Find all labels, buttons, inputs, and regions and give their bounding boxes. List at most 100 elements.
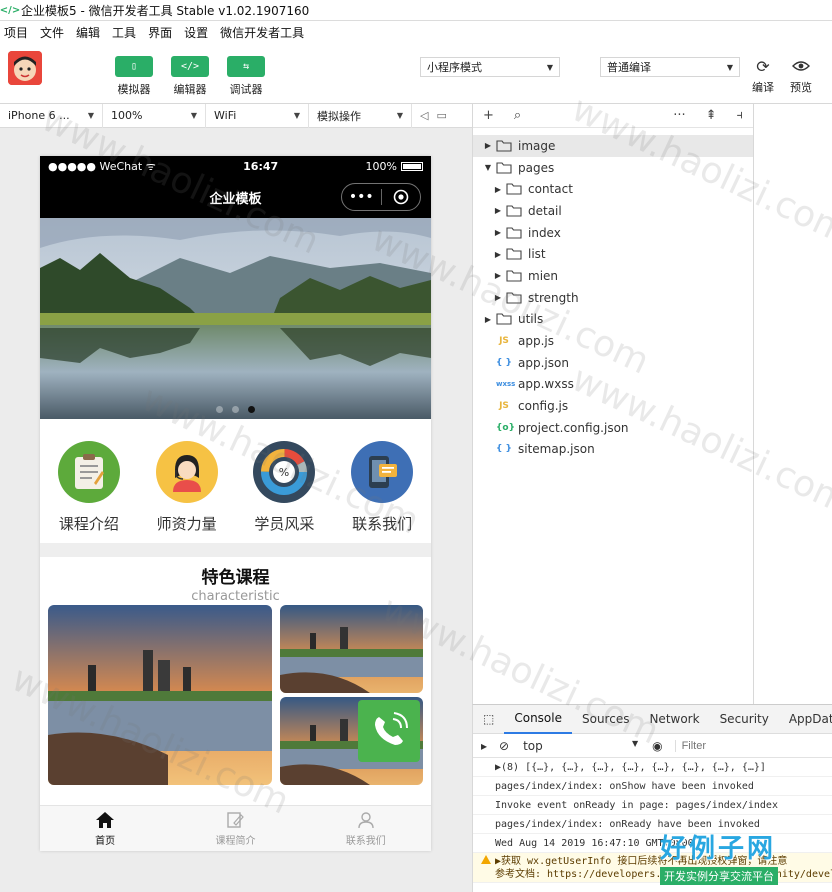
avatar[interactable] [8, 51, 42, 85]
simulator-button[interactable]: ▯ 模拟器 [110, 56, 158, 97]
tab-contact[interactable]: 联系我们 [301, 806, 431, 851]
tree-folder-list[interactable]: ▶ list [473, 243, 753, 265]
expand-arrow-icon[interactable]: ▼ [483, 163, 493, 172]
compile-label: 编译 [752, 81, 774, 94]
compile-button[interactable]: ⟳ 编译 [745, 56, 781, 95]
menu-file[interactable]: 文件 [40, 24, 64, 41]
carousel-dot[interactable] [232, 406, 239, 413]
tree-folder-image[interactable]: ▶ image [473, 135, 753, 157]
banner-carousel[interactable] [40, 218, 431, 419]
collapse-arrow-icon[interactable]: ▶ [493, 228, 503, 237]
more-options-icon[interactable]: ··· [673, 108, 685, 123]
wifi-icon: ᯤ [145, 159, 156, 173]
tab-security[interactable]: Security [710, 705, 779, 734]
split-panel-icon[interactable]: ⫞ [737, 108, 744, 123]
add-file-icon[interactable]: + [483, 108, 494, 123]
course-image-large[interactable] [48, 605, 272, 785]
tree-file-project-config-json[interactable]: {o} project.config.json [473, 417, 753, 439]
collapse-arrow-icon[interactable]: ▶ [493, 271, 503, 280]
network-select[interactable]: WiFi ▼ [206, 103, 309, 128]
more-button[interactable]: ••• [342, 184, 381, 210]
tree-folder-strength[interactable]: ▶ strength [473, 287, 753, 309]
tree-folder-contact[interactable]: ▶ contact [473, 178, 753, 200]
tab-network[interactable]: Network [639, 705, 709, 734]
tree-file-app-js[interactable]: JS app.js [473, 330, 753, 352]
eye-icon[interactable]: ◉ [652, 739, 662, 753]
tab-appdata[interactable]: AppData [779, 705, 832, 734]
tab-sources[interactable]: Sources [572, 705, 639, 734]
tree-folder-detail[interactable]: ▶ detail [473, 200, 753, 222]
close-miniprogram-button[interactable] [382, 184, 421, 210]
collapse-arrow-icon[interactable]: ▶ [483, 141, 493, 150]
operation-select-value: 模拟操作 [317, 109, 361, 123]
search-icon[interactable]: ⌕ [514, 108, 521, 123]
menu-interface[interactable]: 界面 [148, 24, 172, 41]
nav-student-style[interactable]: % 学员风采 [239, 441, 329, 534]
folder-icon [506, 227, 522, 239]
collapse-arrow-icon[interactable]: ▶ [493, 206, 503, 215]
menu-bar: 项目 文件 编辑 工具 界面 设置 微信开发者工具 [0, 21, 832, 43]
tree-item-label: config.js [518, 399, 569, 414]
menu-tools[interactable]: 工具 [112, 24, 136, 41]
device-select[interactable]: iPhone 6 ... ▼ [0, 103, 103, 128]
more-dots-icon: ••• [348, 189, 374, 205]
course-image-top-right[interactable] [280, 605, 423, 693]
tab-console[interactable]: Console [504, 705, 572, 734]
collapse-arrow-icon[interactable]: ▶ [483, 315, 493, 324]
phone-call-icon [375, 712, 408, 745]
tree-folder-index[interactable]: ▶ index [473, 222, 753, 244]
preview-button[interactable]: 预览 [783, 56, 819, 95]
operation-select[interactable]: 模拟操作 ▼ [309, 103, 412, 128]
js-file-icon: JS [499, 336, 509, 347]
tree-folder-mien[interactable]: ▶ mien [473, 265, 753, 287]
editor-button[interactable]: </> 编辑器 [166, 56, 214, 97]
nav-teachers[interactable]: 师资力量 [142, 441, 232, 534]
tree-item-label: contact [528, 182, 573, 197]
nav-contact-us[interactable]: 联系我们 [337, 441, 427, 534]
folder-icon [506, 270, 522, 282]
mode-select[interactable]: 小程序模式 ▼ [420, 57, 560, 77]
menu-project[interactable]: 项目 [4, 24, 28, 41]
debugger-button[interactable]: ⇆ 调试器 [222, 56, 270, 97]
carousel-dot-active[interactable] [248, 406, 255, 413]
tree-folder-pages[interactable]: ▼ pages [473, 157, 753, 179]
tab-course-brief[interactable]: 课程简介 [170, 806, 300, 851]
collapse-arrow-icon[interactable]: ▶ [493, 293, 503, 302]
status-time: 16:47 [243, 159, 279, 173]
refresh-icon: ⟳ [756, 56, 770, 76]
mini-program-capsule: ••• [341, 183, 421, 211]
tree-file-app-json[interactable]: { } app.json [473, 352, 753, 374]
tab-home[interactable]: 首页 [40, 806, 170, 851]
context-select[interactable]: top ▼ [523, 739, 638, 753]
zoom-select[interactable]: 100% ▼ [103, 103, 206, 128]
sidebar-toggle-icon[interactable]: ▸ [481, 739, 487, 753]
window-icon[interactable]: ▭ [436, 109, 446, 122]
tree-file-sitemap-json[interactable]: { } sitemap.json [473, 439, 753, 461]
collapse-arrow-icon[interactable]: ▶ [493, 185, 503, 194]
phone-call-button[interactable] [358, 700, 420, 762]
carousel-dot[interactable] [216, 406, 223, 413]
tree-item-label: index [528, 225, 561, 240]
collapse-arrow-icon[interactable]: ▶ [493, 250, 503, 259]
json-file-icon: { } [496, 444, 512, 455]
tree-file-config-js[interactable]: JS config.js [473, 395, 753, 417]
menu-settings[interactable]: 设置 [184, 24, 208, 41]
lake-landscape-image [40, 218, 431, 419]
tree-item-label: detail [528, 203, 562, 218]
inspect-element-icon[interactable]: ⬚ [473, 705, 504, 734]
collapse-icon[interactable]: ⇞ [706, 108, 717, 123]
menu-wechat-devtools[interactable]: 微信开发者工具 [220, 24, 304, 41]
nav-course-intro[interactable]: 课程介绍 [44, 441, 134, 534]
menu-edit[interactable]: 编辑 [76, 24, 100, 41]
phone-tab-bar: 首页 课程简介 联系我们 [40, 805, 431, 851]
clear-console-icon[interactable]: ⊘ [499, 739, 509, 753]
file-tree: ▶ image ▼ pages ▶ contact ▶ detail ▶ index ▶ list ▶ m… [473, 128, 753, 460]
tree-folder-utils[interactable]: ▶ utils [473, 309, 753, 331]
console-filter-input[interactable] [674, 739, 785, 752]
device-select-value: iPhone 6 ... [8, 109, 70, 122]
volume-icon[interactable]: ◁ [420, 109, 428, 122]
chevron-down-icon: ▼ [87, 111, 94, 120]
folder-open-icon [496, 161, 512, 174]
tree-file-app-wxss[interactable]: wxss app.wxss [473, 374, 753, 396]
compile-mode-select[interactable]: 普通编译 ▼ [600, 57, 740, 77]
